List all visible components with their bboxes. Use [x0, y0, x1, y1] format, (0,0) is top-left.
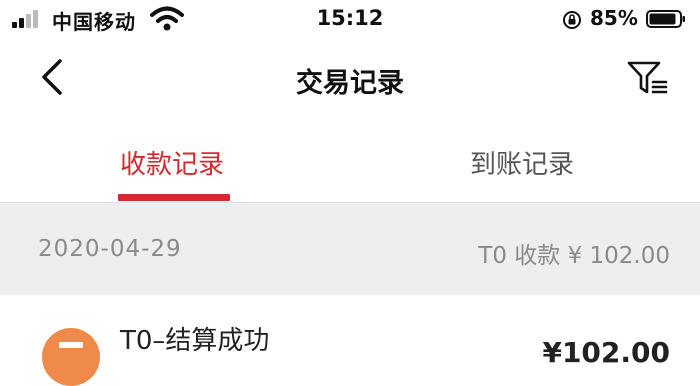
- page-title: 交易记录: [296, 68, 404, 99]
- battery-icon: [646, 10, 685, 28]
- filter-icon[interactable]: [626, 59, 670, 97]
- date-group-header: 2020-04-29 T0 收款 ¥ 102.00: [0, 203, 700, 295]
- list-item[interactable]: T0–结算成功 ¥102.00: [0, 296, 700, 386]
- status-bar: 中国移动 15:12 85%: [0, 0, 700, 40]
- tab-settlement-records[interactable]: 到账记录: [470, 144, 574, 181]
- record-amount: ¥102.00: [542, 336, 670, 369]
- tab-payment-records[interactable]: 收款记录: [120, 144, 224, 181]
- tab-bar: 收款记录 到账记录: [0, 130, 700, 203]
- active-tab-indicator: [118, 194, 230, 201]
- rotation-lock-icon: [563, 11, 581, 29]
- receipt-icon: [42, 328, 100, 386]
- record-title: T0–结算成功: [120, 326, 270, 356]
- battery-percentage: 85%: [590, 6, 638, 30]
- navigation-bar: 交易记录: [0, 45, 700, 115]
- group-summary: T0 收款 ¥ 102.00: [478, 243, 670, 269]
- group-date: 2020-04-29: [38, 236, 182, 262]
